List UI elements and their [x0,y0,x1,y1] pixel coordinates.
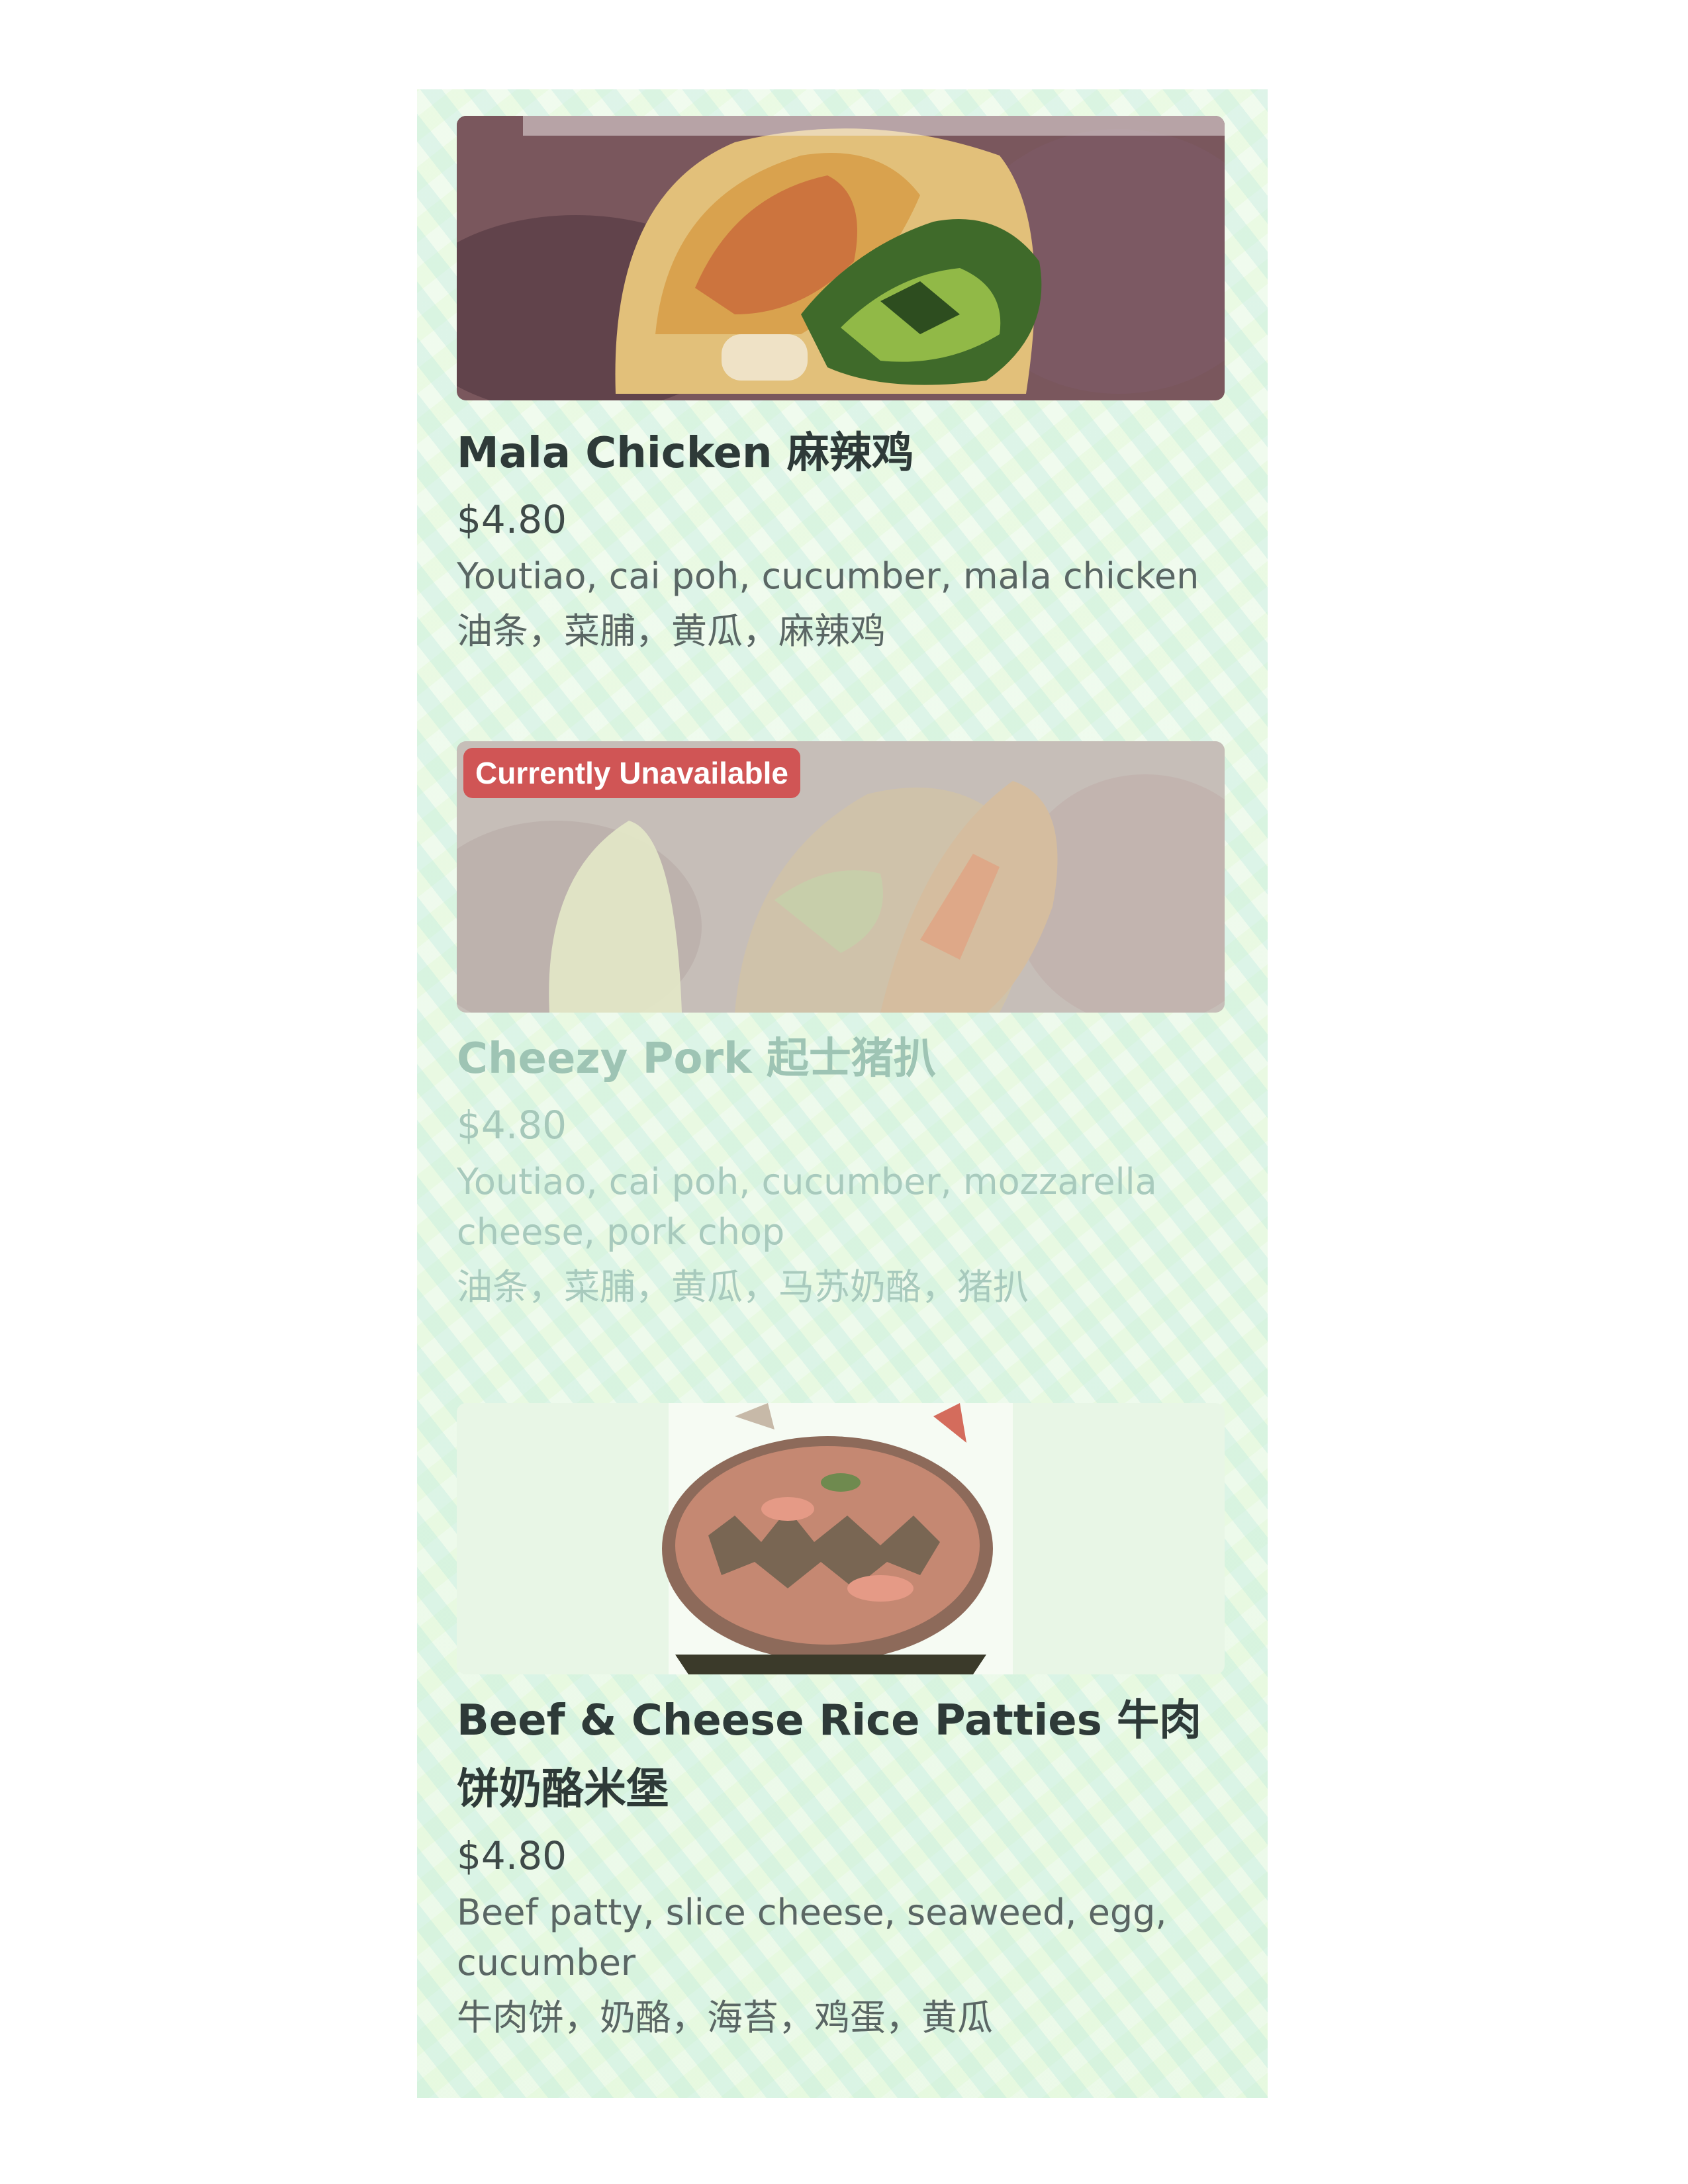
unavailable-badge: Currently Unavailable [463,748,800,798]
menu-item-cheezy-pork[interactable]: Currently Unavailable Cheezy Pork 起士猪扒 $… [457,741,1225,1317]
menu-item-image [457,116,1225,400]
menu-item-description-cn: 牛肉饼，奶酪，海苔，鸡蛋，黄瓜 [457,1997,993,2038]
menu-item-title: Cheezy Pork 起士猪扒 [457,1034,936,1083]
menu-item-description-cn: 油条，菜脯，黄瓜，麻辣鸡 [457,610,886,652]
menu-item-mala-chicken[interactable]: Mala Chicken 麻辣鸡 $4.80 Youtiao, cai poh,… [457,116,1225,661]
menu-item-description-cn: 油条，菜脯，黄瓜，马苏奶酪，猪扒 [457,1266,1029,1308]
menu-item-beef-cheese-rice-patties[interactable]: Beef & Cheese Rice Patties 牛肉饼奶酪米堡 $4.80… [457,1403,1225,2048]
menu-item-price: $4.80 [457,497,567,542]
menu-screen: Mala Chicken 麻辣鸡 $4.80 Youtiao, cai poh,… [417,89,1268,2098]
rice-patty-photo [457,1403,1225,1674]
menu-item-price: $4.80 [457,1833,567,1878]
menu-item-image [457,1403,1225,1674]
menu-item-image: Currently Unavailable [457,741,1225,1013]
mala-chicken-photo [457,116,1225,400]
menu-item-description: Beef patty, slice cheese, seaweed, egg, … [457,1891,1167,1983]
menu-item-title: Mala Chicken 麻辣鸡 [457,429,914,478]
menu-item-title: Beef & Cheese Rice Patties 牛肉饼奶酪米堡 [457,1696,1202,1814]
menu-item-description: Youtiao, cai poh, cucumber, mala chicken [457,555,1199,597]
menu-item-description: Youtiao, cai poh, cucumber, mozzarella c… [457,1161,1157,1253]
menu-item-price: $4.80 [457,1103,567,1148]
